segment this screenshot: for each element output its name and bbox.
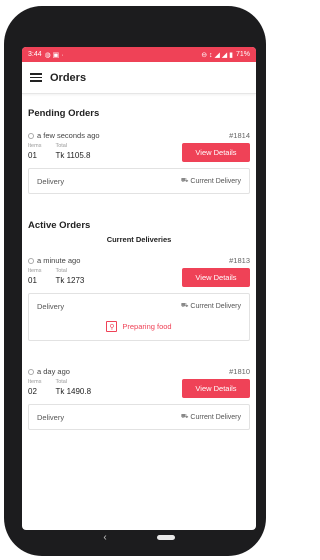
order-id: #1810 xyxy=(229,367,250,376)
truck-icon: ⛟ xyxy=(180,303,189,309)
items-label: Items xyxy=(28,143,42,149)
app-screen: 3:44 ◍ ▣ · ⊖ ↕ ◢ ◢ ▮ 71% Orders Pending … xyxy=(22,47,256,530)
delivery-label: Delivery xyxy=(37,176,65,186)
active-orders-heading: Active Orders xyxy=(28,220,91,231)
items-count: 01 xyxy=(28,276,37,285)
items-count: 02 xyxy=(28,387,37,396)
clock-icon xyxy=(28,132,34,139)
view-details-button[interactable]: View Details xyxy=(182,268,250,287)
order-time-ago: a minute ago xyxy=(37,256,81,265)
items-label: Items xyxy=(28,268,42,274)
view-details-button[interactable]: View Details xyxy=(182,143,250,162)
order-time-ago: a few seconds ago xyxy=(37,131,100,140)
total-amount: Tk 1273 xyxy=(55,276,85,285)
order-time-ago: a day ago xyxy=(37,367,70,376)
order-progress: ⚲ Preparing food xyxy=(37,318,241,340)
delivery-box: Delivery ⛟ Current Delivery xyxy=(28,404,250,430)
total-label: Total xyxy=(55,143,68,149)
delivery-box: Delivery ⛟ Current Delivery xyxy=(28,168,250,194)
view-details-button[interactable]: View Details xyxy=(182,379,250,398)
total-amount: Tk 1105.8 xyxy=(55,151,91,160)
hamburger-icon[interactable] xyxy=(30,73,42,82)
home-pill-icon[interactable] xyxy=(156,534,175,540)
pending-orders-heading: Pending Orders xyxy=(28,108,100,119)
delivery-label: Delivery xyxy=(37,301,65,311)
battery-percent: 71% xyxy=(235,51,250,58)
app-bar: Orders xyxy=(22,62,256,94)
delivery-box: Delivery ⛟ Current Delivery ⚲ Preparing … xyxy=(28,293,250,341)
current-delivery-status: Current Delivery xyxy=(190,177,241,185)
system-nav-bar: ‹ xyxy=(8,522,270,552)
truck-icon: ⛟ xyxy=(180,414,189,420)
order-card-1810: a day ago #1810 Items 02 Total Tk 1490.8 xyxy=(28,367,250,430)
search-icon: ⚲ xyxy=(106,321,118,332)
order-id: #1814 xyxy=(229,131,250,140)
order-id: #1813 xyxy=(229,256,250,265)
status-icons: ⊖ ↕ ◢ ◢ ▮ xyxy=(201,51,233,59)
order-card-1813: a minute ago #1813 Items 01 Total Tk 127… xyxy=(28,256,250,341)
total-label: Total xyxy=(55,268,68,274)
clock-icon xyxy=(28,257,34,264)
current-delivery-status: Current Delivery xyxy=(190,302,241,310)
back-triangle-icon[interactable]: ‹ xyxy=(103,532,106,543)
current-delivery-status: Current Delivery xyxy=(190,413,241,421)
current-deliveries-heading: Current Deliveries xyxy=(106,235,172,244)
main-content: Pending Orders a few seconds ago #1814 I… xyxy=(22,94,256,430)
items-count: 01 xyxy=(28,151,37,160)
status-bar: 3:44 ◍ ▣ · ⊖ ↕ ◢ ◢ ▮ 71% xyxy=(22,47,256,62)
page-title: Orders xyxy=(50,71,87,84)
total-label: Total xyxy=(55,379,68,385)
delivery-label: Delivery xyxy=(37,412,65,422)
status-time: 3:44 xyxy=(28,51,42,58)
order-card-1814: a few seconds ago #1814 Items 01 Total T… xyxy=(28,131,250,194)
status-indicators: ◍ ▣ · xyxy=(44,51,64,59)
items-label: Items xyxy=(28,379,42,385)
truck-icon: ⛟ xyxy=(180,178,189,184)
total-amount: Tk 1490.8 xyxy=(55,387,92,396)
clock-icon xyxy=(28,368,34,375)
progress-text: Preparing food xyxy=(122,322,172,331)
phone-frame: 3:44 ◍ ▣ · ⊖ ↕ ◢ ◢ ▮ 71% Orders Pending … xyxy=(4,6,266,556)
